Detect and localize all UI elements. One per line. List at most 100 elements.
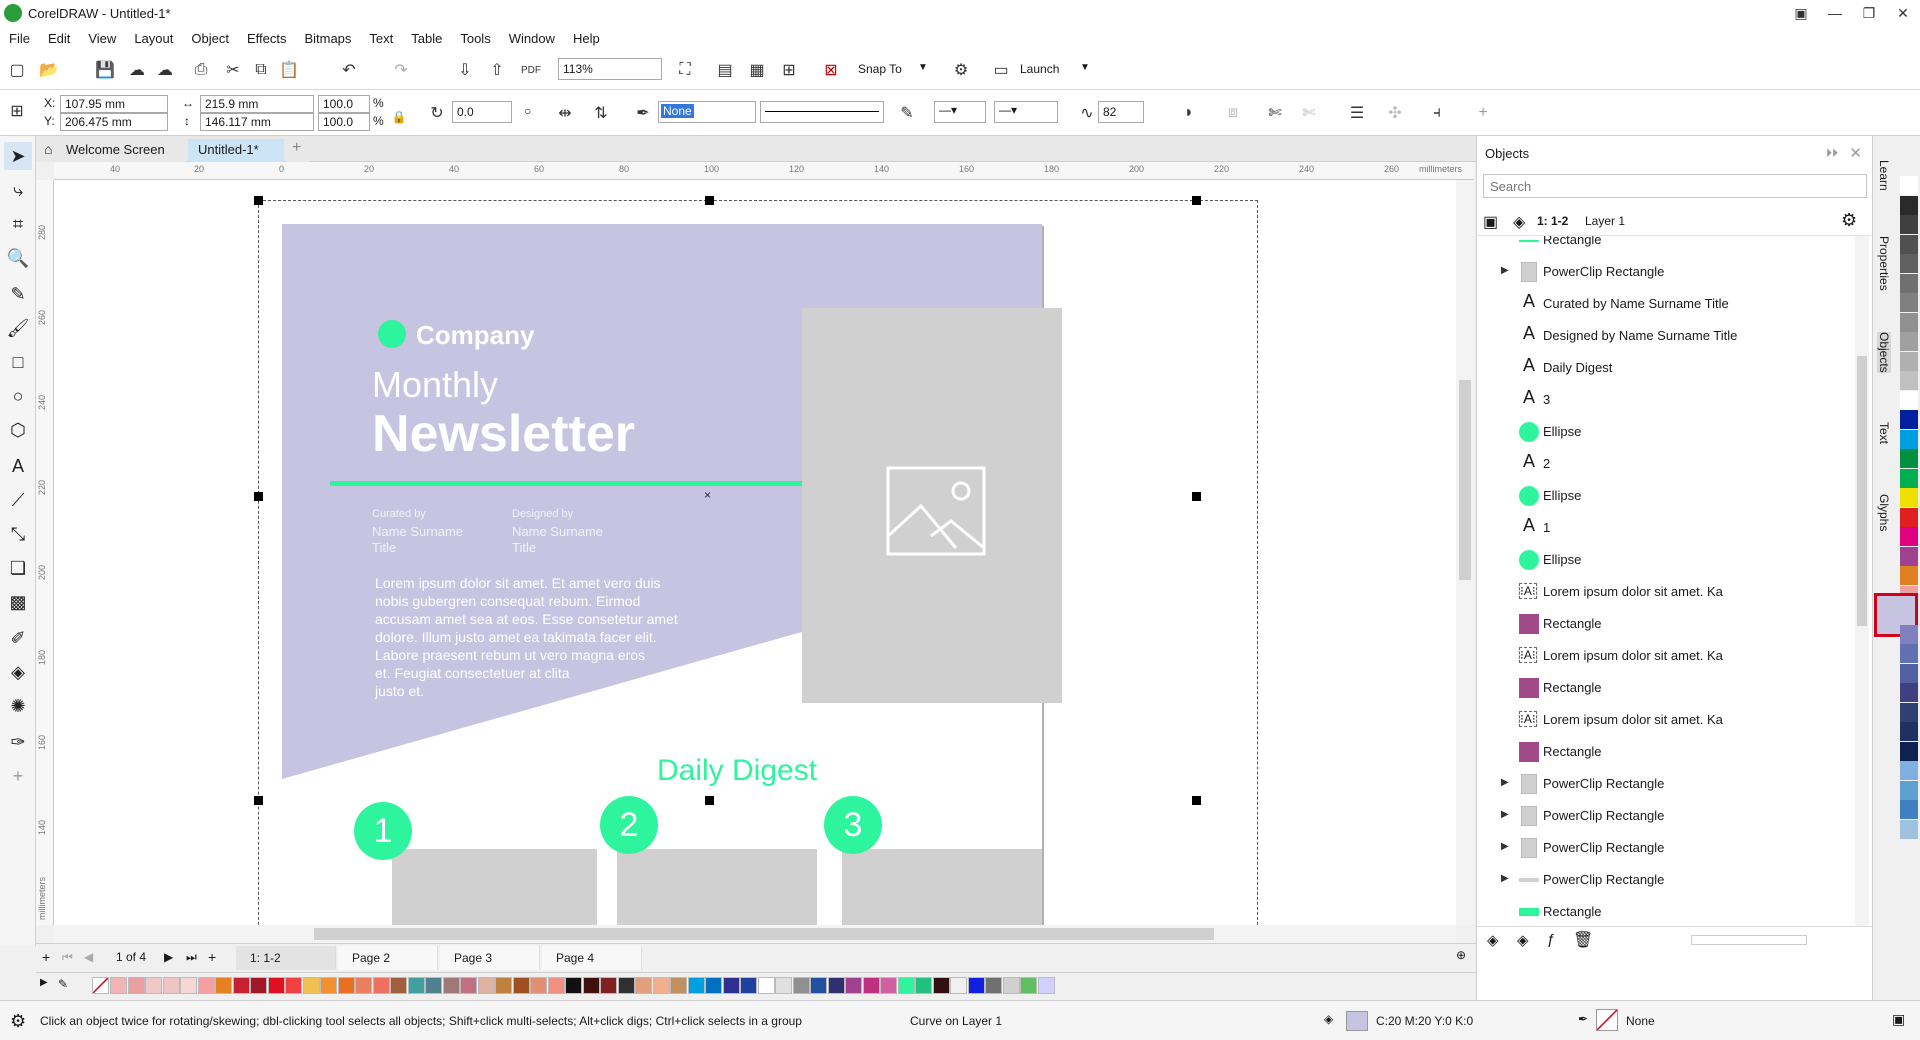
color-swatch[interactable] — [687, 977, 705, 994]
mirror-vertical-icon[interactable]: ⇅ — [588, 100, 614, 126]
color-swatch[interactable] — [1900, 332, 1918, 351]
transparency-tool-icon[interactable]: ▩ — [4, 588, 32, 616]
menu-table[interactable]: Table — [402, 31, 451, 46]
menu-edit[interactable]: Edit — [39, 31, 79, 46]
page-tab-4[interactable]: Page 4 — [542, 946, 642, 970]
object-row[interactable]: ▶ PowerClip Rectangle — [1477, 864, 1851, 896]
menu-object[interactable]: Object — [182, 31, 238, 46]
horizontal-scroll-thumb[interactable] — [314, 928, 1214, 940]
number-ellipse-1[interactable]: 1 — [354, 802, 412, 860]
scale-x-input[interactable]: 100.0 — [318, 95, 370, 113]
color-swatch[interactable] — [1900, 195, 1918, 215]
simplify-icon[interactable]: ✄ — [1296, 100, 1322, 126]
object-row[interactable]: Ellipse — [1477, 416, 1851, 448]
launch-icon[interactable]: ▭ — [988, 57, 1014, 83]
menu-layout[interactable]: Layout — [125, 31, 182, 46]
color-swatch[interactable] — [670, 977, 687, 994]
powerclip-image-placeholder[interactable] — [802, 308, 1062, 703]
selection-handle[interactable] — [1192, 196, 1201, 205]
page-tab-3[interactable]: Page 3 — [440, 946, 540, 970]
polygon-tool-icon[interactable]: ⬡ — [4, 416, 32, 444]
color-swatch[interactable] — [792, 977, 810, 994]
object-row[interactable]: Ellipse — [1477, 480, 1851, 512]
company-text[interactable]: Company — [416, 320, 534, 351]
first-page-icon[interactable]: ⏮ — [62, 950, 73, 965]
color-swatch[interactable] — [512, 977, 530, 994]
color-swatch[interactable] — [1900, 215, 1918, 234]
options-gear-icon[interactable]: ⚙ — [948, 57, 974, 83]
last-page-icon[interactable]: ⏭ — [186, 950, 197, 965]
undo-icon[interactable]: ↶ — [336, 57, 362, 83]
object-row[interactable]: Ellipse — [1477, 544, 1851, 576]
layer-effects-icon[interactable]: ƒ — [1547, 931, 1555, 948]
tab-untitled-1[interactable]: Untitled-1* — [188, 139, 284, 162]
color-swatch[interactable] — [1900, 761, 1918, 780]
color-swatch[interactable] — [320, 977, 337, 994]
newsletter-title[interactable]: Newsletter — [372, 404, 635, 464]
shape-tool-icon[interactable]: ⤷ — [4, 176, 32, 204]
color-swatch[interactable] — [547, 977, 565, 994]
number-ellipse-3[interactable]: 3 — [824, 796, 882, 854]
color-swatch[interactable] — [1900, 390, 1918, 410]
scale-y-input[interactable]: 100.0 — [318, 113, 370, 131]
object-row[interactable]: Rectangle — [1477, 736, 1851, 768]
freehand-tool-icon[interactable]: ✎ — [4, 280, 32, 308]
color-swatch[interactable] — [1900, 371, 1918, 390]
side-tab-text[interactable]: Text — [1877, 422, 1891, 444]
full-screen-icon[interactable]: ⛶ — [672, 57, 698, 83]
launch-chevron-down-icon[interactable]: ▼ — [1080, 62, 1090, 73]
status-gear-icon[interactable]: ⚙ — [10, 1011, 26, 1032]
pdf-icon[interactable]: PDF — [518, 57, 544, 83]
object-row[interactable]: A Daily Digest — [1477, 352, 1851, 384]
expand-chevron-icon[interactable]: ▶ — [1501, 809, 1509, 820]
color-swatch[interactable] — [337, 977, 355, 994]
interactive-fill-icon[interactable]: ◈ — [4, 658, 32, 686]
prev-page-icon[interactable]: ◀ — [84, 950, 93, 964]
expand-chevron-icon[interactable]: ▶ — [1501, 265, 1509, 276]
add-toolbar-icon[interactable]: + — [1470, 100, 1496, 126]
color-swatch[interactable] — [110, 977, 127, 994]
zoom-select[interactable]: 113% — [558, 58, 662, 80]
palette-eyedropper-icon[interactable]: ✎ — [58, 977, 68, 991]
object-row[interactable]: ▶ PowerClip Rectangle — [1477, 832, 1851, 864]
color-swatch[interactable] — [495, 977, 512, 994]
selection-handle[interactable] — [1192, 492, 1201, 501]
color-swatch[interactable] — [617, 977, 635, 994]
object-row[interactable]: A1 — [1477, 512, 1851, 544]
close-button[interactable]: ✕ — [1886, 0, 1920, 26]
color-swatch[interactable] — [477, 977, 495, 994]
expand-chevron-icon[interactable]: ▶ — [1501, 777, 1509, 788]
color-swatch[interactable] — [425, 977, 442, 994]
designed-name[interactable]: Name Surname — [512, 524, 603, 539]
object-row[interactable]: Rectangle — [1477, 236, 1851, 256]
vertical-scroll-thumb[interactable] — [1459, 380, 1471, 580]
thumbnail-size-slider[interactable] — [1691, 935, 1807, 945]
rotation-input[interactable]: 0.0 — [452, 101, 512, 123]
cloud-download-icon[interactable]: ☁ — [152, 57, 178, 83]
color-swatch[interactable] — [1037, 977, 1055, 994]
objects-scrollbar[interactable] — [1855, 236, 1869, 926]
number-ellipse-2[interactable]: 2 — [600, 796, 658, 854]
horizontal-ruler[interactable]: 40 20 0 20 40 60 80 100 120 140 160 180 … — [54, 162, 1474, 180]
color-swatch[interactable] — [1900, 410, 1918, 429]
color-swatch[interactable] — [1900, 780, 1918, 800]
color-swatch[interactable] — [1002, 977, 1020, 994]
drawing-canvas[interactable]: Company Monthly Newsletter Curated by Na… — [54, 180, 1474, 925]
no-color-swatch[interactable] — [92, 977, 109, 994]
horizontal-scrollbar[interactable] — [54, 925, 1456, 943]
dimension-tool-icon[interactable]: ⟋ — [4, 486, 32, 514]
zoom-navigator-icon[interactable]: ⊕ — [1456, 948, 1466, 962]
add-page-after-icon[interactable]: + — [208, 949, 216, 965]
restore-layout-icon[interactable]: ▣ — [1784, 0, 1818, 26]
outline-style-select[interactable] — [760, 101, 884, 123]
color-swatch[interactable] — [565, 977, 582, 994]
color-swatch[interactable] — [162, 977, 180, 994]
color-swatch[interactable] — [407, 977, 425, 994]
color-swatch[interactable] — [862, 977, 880, 994]
object-row[interactable]: ▶ PowerClip Rectangle — [1477, 256, 1851, 288]
color-swatch[interactable] — [880, 977, 897, 994]
color-swatch[interactable] — [1900, 644, 1918, 663]
ellipse-tool-icon[interactable]: ○ — [4, 382, 32, 410]
crop-tool-icon[interactable]: ⌗ — [4, 210, 32, 238]
color-swatch[interactable] — [232, 977, 250, 994]
